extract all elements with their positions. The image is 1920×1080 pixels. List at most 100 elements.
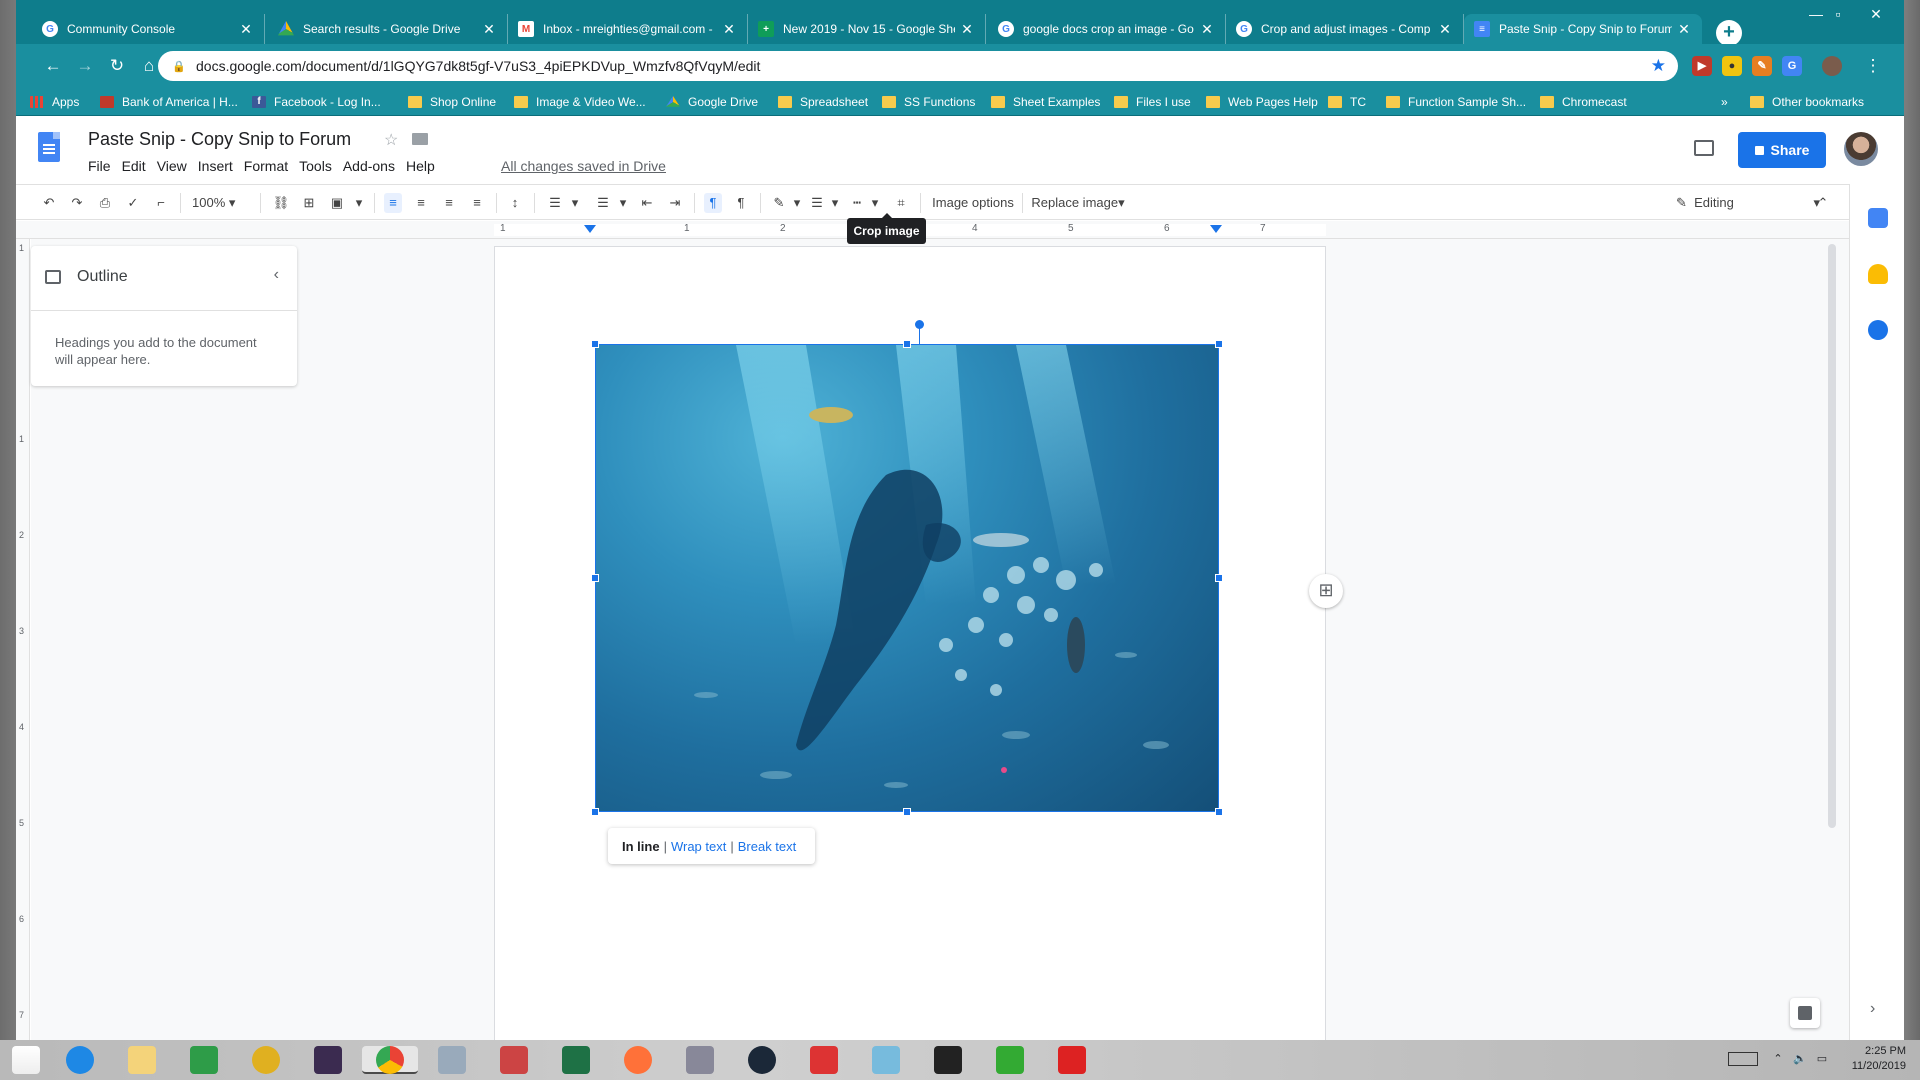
video-icon[interactable] <box>1058 1046 1086 1074</box>
rotate-handle[interactable] <box>915 320 924 329</box>
app-icon[interactable] <box>314 1046 342 1074</box>
insert-image-icon[interactable]: ▣ <box>328 193 346 213</box>
app-icon[interactable] <box>686 1046 714 1074</box>
inline-option[interactable]: In line <box>622 839 660 854</box>
redo-icon[interactable]: ↷ <box>68 193 86 213</box>
bookmark-function-sample[interactable]: Function Sample Sh... <box>1386 92 1526 112</box>
bookmark-facebook[interactable]: f Facebook - Log In... <box>252 92 381 112</box>
extension-icon[interactable]: ▶ <box>1692 56 1712 76</box>
vertical-scrollbar[interactable] <box>1828 244 1836 828</box>
bookmark-star-icon[interactable]: ★ <box>1651 56 1666 76</box>
editing-mode-select[interactable]: ✎ Editing ▾ <box>1676 193 1820 213</box>
store-icon[interactable] <box>190 1046 218 1074</box>
bookmark-bank-of-america[interactable]: Bank of America | H... <box>100 92 238 112</box>
bookmark-web-pages-help[interactable]: Web Pages Help <box>1206 92 1318 112</box>
bookmarks-overflow[interactable]: » <box>1721 92 1728 112</box>
replace-image-button[interactable]: Replace image▾ <box>1030 193 1126 213</box>
app-icon[interactable] <box>810 1046 838 1074</box>
paint-icon[interactable] <box>438 1046 466 1074</box>
resize-handle[interactable] <box>1215 574 1223 582</box>
resize-handle[interactable] <box>591 808 599 816</box>
tab-inbox[interactable]: M Inbox - mreighties@gmail.com - ✕ <box>508 14 748 44</box>
chevron-left-icon[interactable]: ‹ <box>274 266 279 284</box>
close-icon[interactable]: ✕ <box>959 21 975 38</box>
file-explorer-icon[interactable] <box>128 1046 156 1074</box>
border-color-icon[interactable]: ✎ <box>770 193 788 213</box>
notepad-icon[interactable] <box>872 1046 900 1074</box>
add-comment-icon[interactable]: ⊞ <box>1309 574 1343 608</box>
spellcheck-icon[interactable]: ✓ <box>124 193 142 213</box>
address-bar[interactable]: 🔒 docs.google.com/document/d/1lGQYG7dk8t… <box>158 51 1678 81</box>
save-status[interactable]: All changes saved in Drive <box>501 158 666 174</box>
close-icon[interactable]: ✕ <box>481 21 497 38</box>
bookmark-files-i-use[interactable]: Files I use <box>1114 92 1191 112</box>
selected-image[interactable] <box>595 344 1219 812</box>
menu-tools[interactable]: Tools <box>299 158 332 174</box>
menu-help[interactable]: Help <box>406 158 435 174</box>
ltr-icon[interactable]: ¶ <box>704 193 722 213</box>
folder-icon[interactable] <box>412 133 428 145</box>
close-window-icon[interactable]: ✕ <box>1856 6 1896 23</box>
explore-icon[interactable] <box>1790 998 1820 1028</box>
bookmark-ss-functions[interactable]: SS Functions <box>882 92 975 112</box>
menu-format[interactable]: Format <box>244 158 288 174</box>
chevron-down-icon[interactable]: ▾ <box>350 193 368 213</box>
line-spacing-icon[interactable]: ↕ <box>506 193 524 213</box>
internet-explorer-icon[interactable] <box>66 1046 94 1074</box>
back-icon[interactable]: ← <box>42 56 64 78</box>
border-weight-icon[interactable]: ☰ <box>808 193 826 213</box>
bookmark-google-drive[interactable]: Google Drive <box>666 92 758 112</box>
add-comment-icon[interactable]: ⊞ <box>300 193 318 213</box>
close-icon[interactable]: ✕ <box>1199 21 1215 38</box>
close-icon[interactable]: ✕ <box>238 21 254 38</box>
tab-community-console[interactable]: G Community Console ✕ <box>32 14 265 44</box>
network-icon[interactable]: ▭ <box>1814 1052 1830 1068</box>
vertical-ruler[interactable]: 1 1 2 3 4 5 6 7 <box>16 239 30 1040</box>
menu-file[interactable]: File <box>88 158 111 174</box>
chevron-up-icon[interactable]: ⌃ <box>1770 1052 1786 1068</box>
close-icon[interactable]: ✕ <box>1437 21 1453 38</box>
align-center-icon[interactable]: ≡ <box>412 193 430 213</box>
volume-icon[interactable]: 🔈 <box>1792 1052 1808 1068</box>
crop-icon[interactable]: ⌗ <box>892 193 910 213</box>
chevron-down-icon[interactable]: ▾ <box>788 193 806 213</box>
resize-handle[interactable] <box>591 574 599 582</box>
collapse-menus-icon[interactable]: ⌃ <box>1814 193 1832 213</box>
zoom-select[interactable]: 100% ▾ <box>192 193 252 213</box>
horizontal-ruler[interactable]: 1 1 2 3 4 5 6 7 <box>16 221 1904 239</box>
maximize-icon[interactable]: ▫ <box>1818 6 1858 22</box>
comment-history-icon[interactable] <box>1694 140 1714 156</box>
break-text-option[interactable]: Break text <box>738 839 797 854</box>
tab-drive-search[interactable]: Search results - Google Drive ✕ <box>268 14 508 44</box>
justify-icon[interactable]: ≡ <box>468 193 486 213</box>
undo-icon[interactable]: ↶ <box>40 193 58 213</box>
bookmark-spreadsheet[interactable]: Spreadsheet <box>778 92 868 112</box>
excel-icon[interactable] <box>562 1046 590 1074</box>
menu-view[interactable]: View <box>157 158 187 174</box>
close-icon[interactable]: ✕ <box>721 21 737 38</box>
tasks-icon[interactable] <box>1868 320 1888 340</box>
paint-format-icon[interactable]: ⌐ <box>152 193 170 213</box>
reload-icon[interactable]: ↻ <box>106 56 128 78</box>
home-icon[interactable]: ⌂ <box>138 56 160 78</box>
tab-google-search[interactable]: G google docs crop an image - Go ✕ <box>988 14 1226 44</box>
bookmark-tc[interactable]: TC <box>1328 92 1366 112</box>
windows-start-icon[interactable] <box>12 1046 40 1074</box>
extension-icon[interactable]: ✎ <box>1752 56 1772 76</box>
app-icon[interactable] <box>934 1046 962 1074</box>
bulleted-list-icon[interactable]: ☰ <box>594 193 612 213</box>
new-tab-button[interactable]: + <box>1716 20 1742 46</box>
tab-crop-help[interactable]: G Crop and adjust images - Comp ✕ <box>1226 14 1464 44</box>
snipping-tool-icon[interactable] <box>500 1046 528 1074</box>
translate-icon[interactable]: G <box>1782 56 1802 76</box>
resize-handle[interactable] <box>903 340 911 348</box>
border-dash-icon[interactable]: ┅ <box>848 193 866 213</box>
menu-addons[interactable]: Add-ons <box>343 158 395 174</box>
menu-kebab-icon[interactable]: ⋮ <box>1862 56 1884 78</box>
steam-icon[interactable] <box>748 1046 776 1074</box>
resize-handle[interactable] <box>591 340 599 348</box>
resize-handle[interactable] <box>903 808 911 816</box>
resize-handle[interactable] <box>1215 808 1223 816</box>
align-right-icon[interactable]: ≡ <box>440 193 458 213</box>
chrome-taskbar-button[interactable] <box>362 1046 418 1074</box>
